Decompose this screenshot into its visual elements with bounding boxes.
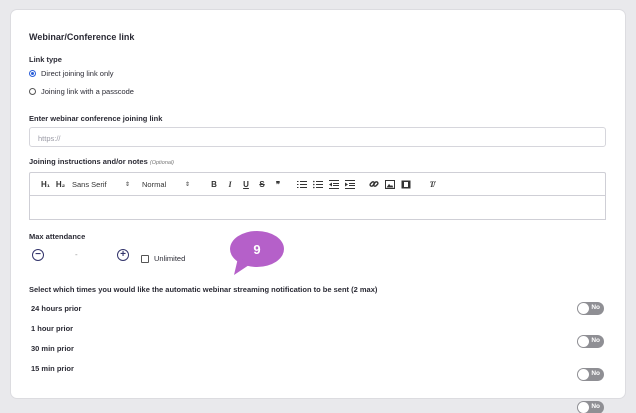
max-attendance-label: Max attendance (29, 232, 86, 241)
indent-icon[interactable] (342, 177, 358, 191)
optional-tag: (Optional) (149, 160, 175, 166)
bold-button[interactable]: B (206, 177, 222, 191)
radio-unselected-icon[interactable] (29, 88, 36, 95)
notify-30m-toggle[interactable]: No (577, 368, 604, 381)
toggle-knob (578, 303, 589, 314)
unlimited-label: Unlimited (154, 254, 186, 263)
toggle-knob (578, 402, 589, 413)
strike-button[interactable]: S (254, 177, 270, 191)
toggle-state: No (591, 370, 600, 377)
italic-button[interactable]: I (222, 177, 238, 191)
outdent-icon[interactable] (326, 177, 342, 191)
instructions-label-text: Joining instructions and/or notes (29, 157, 148, 166)
radio-passcode-link-label: Joining link with a passcode (41, 87, 134, 96)
notification-heading: Select which times you would like the au… (29, 285, 378, 294)
notify-15m-label: 15 min prior (31, 364, 74, 373)
heading2-button[interactable]: H₂ (53, 177, 68, 191)
font-select[interactable]: Sans Serif ⇕ (72, 177, 130, 191)
notify-1h-label: 1 hour prior (31, 324, 74, 333)
join-link-input[interactable]: https:// (29, 127, 606, 147)
video-icon[interactable] (398, 177, 414, 191)
bullet-list-icon[interactable] (310, 177, 326, 191)
size-select-value: Normal (142, 179, 167, 189)
minus-icon[interactable]: − (32, 249, 44, 261)
instructions-label: Joining instructions and/or notes (Optio… (29, 157, 174, 166)
radio-passcode-link[interactable]: Joining link with a passcode (29, 87, 134, 96)
font-select-value: Sans Serif (72, 179, 107, 189)
step-callout-badge: 9 (226, 230, 296, 283)
link-icon[interactable] (366, 177, 382, 191)
notify-15m-toggle[interactable]: No (577, 401, 604, 413)
unlimited-checkbox-row[interactable]: Unlimited (141, 254, 185, 263)
section-title: Webinar/Conference link (29, 32, 135, 42)
size-select[interactable]: Normal ⇕ (142, 177, 190, 191)
radio-direct-link-label: Direct joining link only (41, 69, 114, 78)
notify-24h-toggle[interactable]: No (577, 302, 604, 315)
notify-30m-label: 30 min prior (31, 344, 74, 353)
toggle-knob (578, 369, 589, 380)
ordered-list-icon[interactable] (294, 177, 310, 191)
toggle-state: No (591, 337, 600, 344)
attendance-stepper: − - + (29, 245, 133, 265)
toggle-state: No (591, 403, 600, 410)
clear-format-icon[interactable]: T̸ (424, 177, 440, 191)
notify-1h-toggle[interactable]: No (577, 335, 604, 348)
instructions-editor[interactable] (29, 195, 606, 220)
blockquote-button[interactable]: ❞ (270, 177, 286, 191)
radio-selected-icon[interactable] (29, 70, 36, 77)
editor-toolbar: H₁ H₂ Sans Serif ⇕ Normal ⇕ B I U S ❞ T̸ (29, 172, 606, 195)
select-arrows-icon: ⇕ (124, 181, 130, 188)
webinar-settings-card: Webinar/Conference link Link type Direct… (11, 10, 625, 413)
join-link-label: Enter webinar conference joining link (29, 114, 163, 123)
link-type-label: Link type (29, 55, 62, 64)
attendance-value[interactable]: - (75, 250, 78, 259)
radio-direct-link[interactable]: Direct joining link only (29, 69, 114, 78)
heading1-button[interactable]: H₁ (38, 177, 53, 191)
toggle-knob (578, 336, 589, 347)
toggle-state: No (591, 304, 600, 311)
unlimited-checkbox[interactable] (141, 254, 149, 263)
plus-icon[interactable]: + (117, 249, 129, 261)
callout-number: 9 (253, 242, 260, 257)
underline-button[interactable]: U (238, 177, 254, 191)
select-arrows-icon: ⇕ (184, 181, 190, 188)
image-icon[interactable] (382, 177, 398, 191)
notify-24h-label: 24 hours prior (31, 304, 82, 313)
